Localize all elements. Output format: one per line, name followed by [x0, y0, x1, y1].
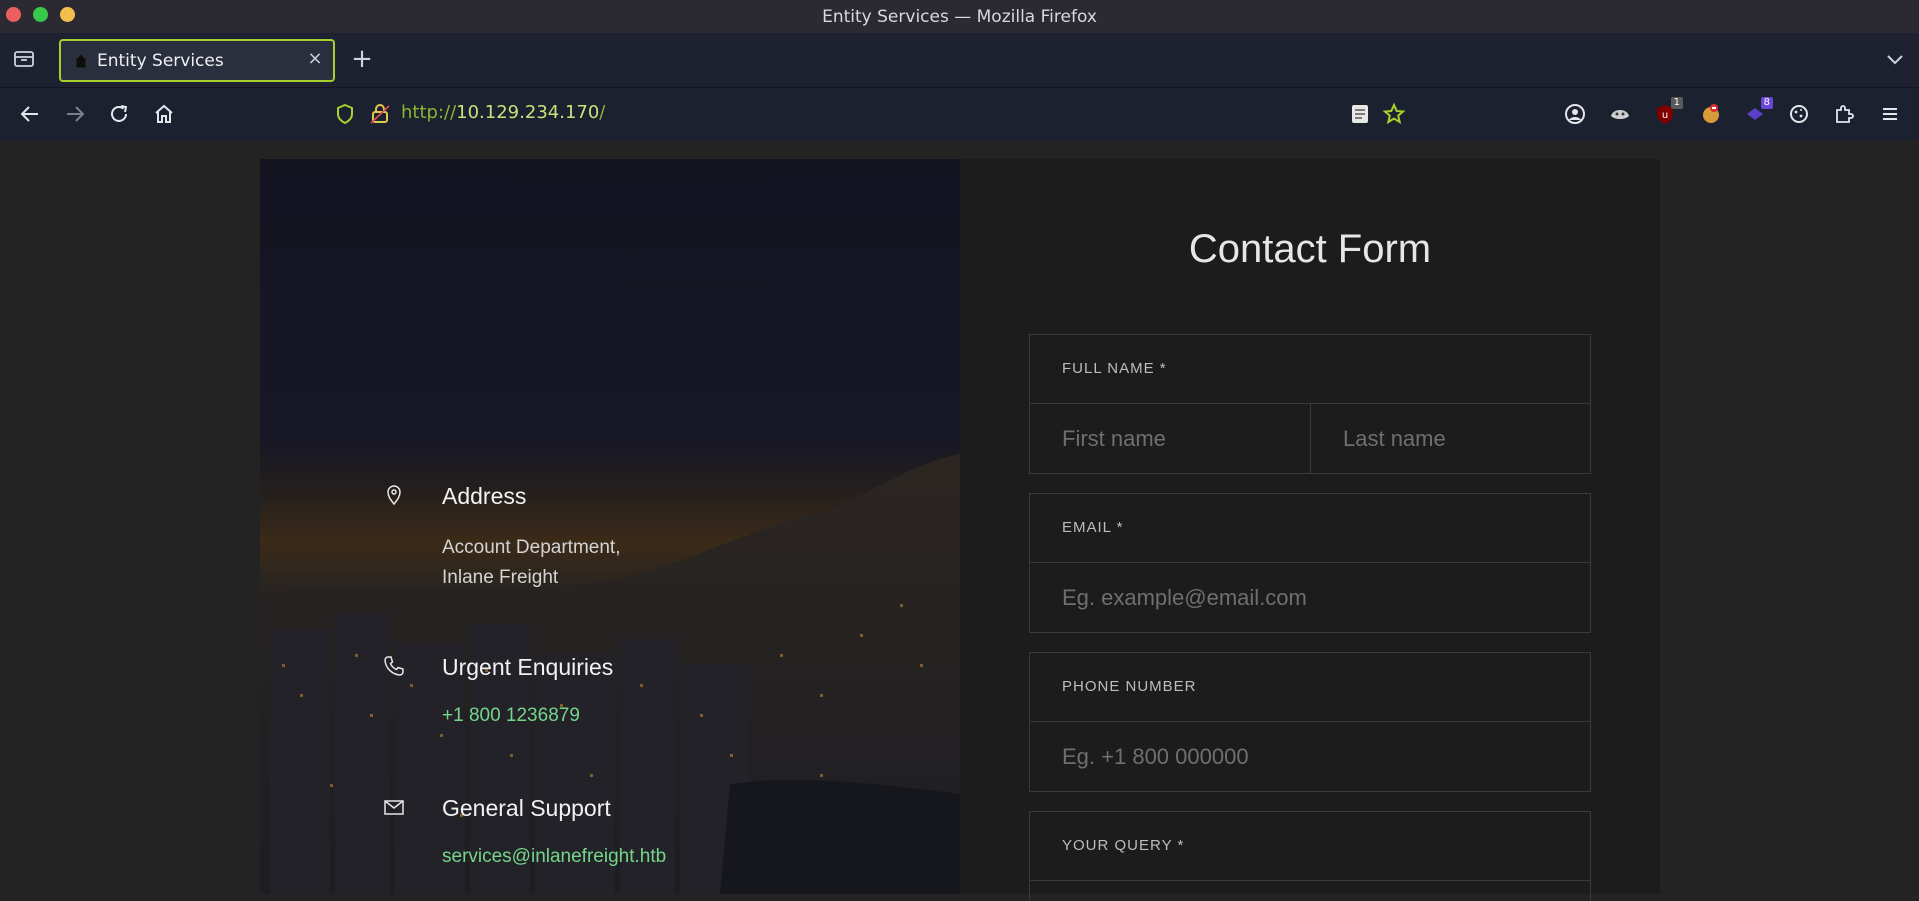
urgent-phone-link[interactable]: +1 800 1236879: [442, 705, 580, 727]
phone-label: PHONE NUMBER: [1030, 653, 1590, 722]
address-line-2: Inlane Freight: [442, 567, 559, 588]
account-icon[interactable]: [1563, 102, 1587, 126]
forward-arrow-icon[interactable]: [63, 102, 87, 126]
bookmark-star-icon[interactable]: [1382, 102, 1406, 126]
general-support-title: General Support: [442, 795, 611, 821]
new-tab-button[interactable]: +: [351, 46, 373, 72]
address-line-1: Account Department,: [442, 537, 621, 558]
email-label: EMAIL *: [1030, 494, 1590, 563]
extension-cookie-editor-icon[interactable]: [1699, 102, 1723, 126]
phone-field: PHONE NUMBER: [1029, 652, 1591, 792]
tab-entity-services[interactable]: Entity Services ×: [59, 39, 335, 82]
reload-icon[interactable]: [107, 102, 131, 126]
reader-view-icon[interactable]: [1348, 102, 1372, 126]
tab-title: Entity Services: [97, 51, 224, 71]
phone-icon: [382, 654, 406, 678]
window-title: Entity Services — Mozilla Firefox: [822, 7, 1097, 27]
tab-strip: Entity Services × +: [0, 33, 1919, 88]
envelope-icon: [382, 795, 406, 819]
support-email-link[interactable]: services@inlanefreight.htb: [442, 846, 666, 868]
email-input[interactable]: [1030, 563, 1590, 632]
urgent-enquiries-title: Urgent Enquiries: [442, 654, 614, 680]
back-arrow-icon[interactable]: [18, 102, 42, 126]
firefox-view-icon[interactable]: [13, 49, 35, 69]
email-field: EMAIL *: [1029, 493, 1591, 633]
url-host: 10.129.234.170: [456, 102, 600, 123]
full-name-label: FULL NAME *: [1030, 335, 1590, 404]
address-title: Address: [442, 483, 527, 509]
insecure-lock-icon[interactable]: [368, 102, 392, 126]
url-scheme: http://: [401, 102, 457, 123]
last-name-input[interactable]: [1310, 404, 1590, 473]
contact-card: Address Account Department, Inlane Freig…: [260, 159, 1660, 901]
query-field: YOUR QUERY *: [1029, 811, 1591, 901]
page-viewport: Address Account Department, Inlane Freig…: [0, 141, 1919, 901]
app-menu-hamburger-icon[interactable]: [1878, 102, 1902, 126]
map-pin-icon: [382, 483, 406, 507]
navigation-toolbar: http://10.129.234.170/ u 1 8: [0, 88, 1919, 141]
form-title: Contact Form: [1188, 227, 1432, 271]
extension-purple-icon[interactable]: 8: [1743, 97, 1773, 126]
home-icon[interactable]: [152, 102, 176, 126]
home-favicon-icon: [72, 52, 90, 70]
contact-form-panel: Contact Form FULL NAME * EMAIL * PHONE N…: [960, 159, 1660, 901]
tracking-protection-shield-icon[interactable]: [333, 102, 357, 126]
ublock-badge: 1: [1670, 97, 1683, 109]
tab-close-icon[interactable]: ×: [306, 50, 324, 68]
svg-text:u: u: [1662, 110, 1668, 121]
city-night-background-image: Address Account Department, Inlane Freig…: [260, 159, 960, 894]
extension-foxyproxy-icon[interactable]: [1608, 102, 1632, 126]
window-titlebar: Entity Services — Mozilla Firefox: [0, 0, 1919, 33]
phone-input[interactable]: [1030, 722, 1590, 791]
url-path: /: [599, 102, 606, 123]
full-name-field: FULL NAME *: [1029, 334, 1591, 474]
extension-ublock-icon[interactable]: u 1: [1653, 97, 1683, 126]
extension-cookie-icon[interactable]: [1787, 102, 1811, 126]
query-label: YOUR QUERY *: [1030, 812, 1590, 881]
purple-extension-badge: 8: [1760, 97, 1773, 109]
first-name-input[interactable]: [1030, 404, 1310, 473]
url-bar-text[interactable]: http://10.129.234.170/: [401, 102, 605, 123]
list-all-tabs-chevron-icon[interactable]: [1885, 50, 1905, 68]
extensions-puzzle-icon[interactable]: [1832, 102, 1856, 126]
